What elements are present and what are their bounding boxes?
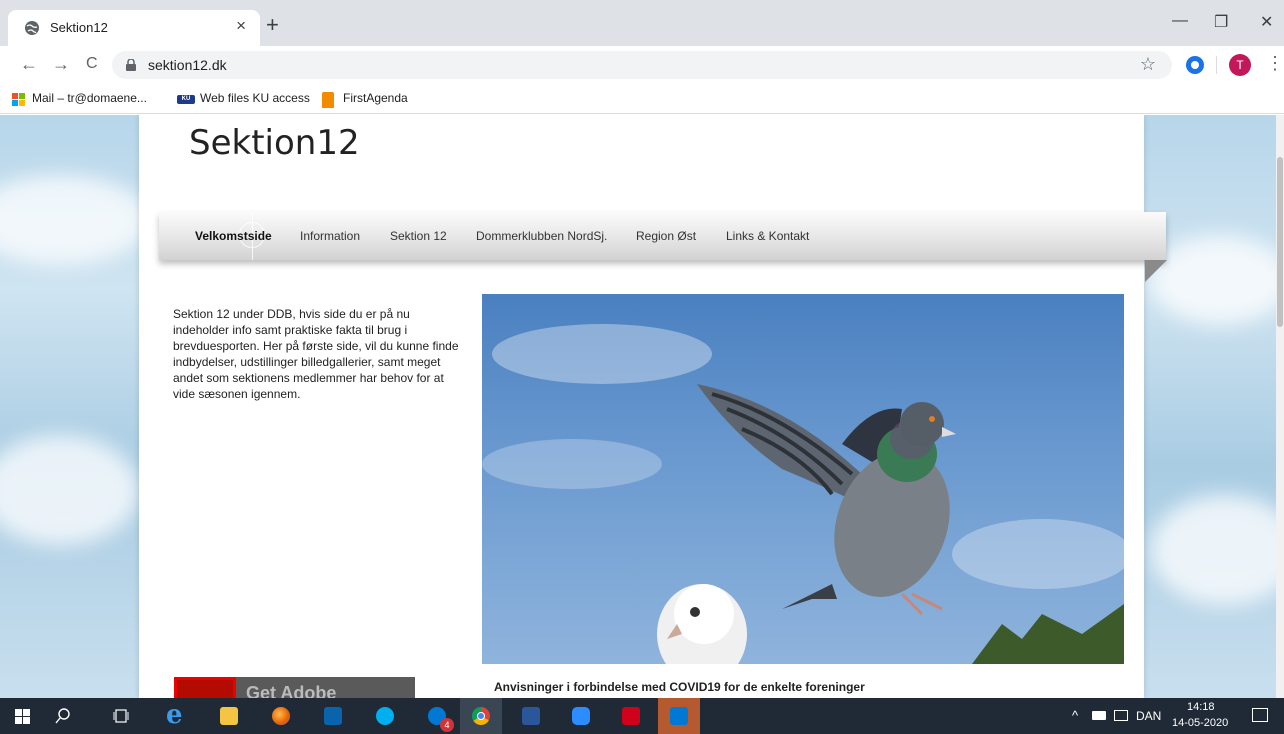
chrome-icon-center bbox=[477, 712, 485, 720]
bookmark-mail[interactable]: Mail – tr@domaene... bbox=[32, 91, 147, 105]
skype-business-app[interactable]: 4 bbox=[416, 698, 458, 734]
edge-taskbar-app[interactable]: e bbox=[156, 698, 198, 734]
tab-sektion12[interactable]: Sektion12 × bbox=[8, 10, 260, 46]
back-button[interactable]: ← bbox=[20, 54, 38, 74]
nav-dommerklubben[interactable]: Dommerklubben NordSj. bbox=[476, 229, 607, 243]
notifications-icon[interactable] bbox=[1252, 708, 1268, 722]
firefox-app[interactable] bbox=[260, 698, 302, 734]
microsoft-icon bbox=[12, 93, 26, 107]
main-nav: Velkomstside Information Sektion 12 Domm… bbox=[159, 212, 1166, 260]
site-title[interactable]: Sektion12 bbox=[189, 123, 360, 163]
pigeon-hero-image bbox=[482, 294, 1124, 664]
zoom-app[interactable] bbox=[560, 698, 602, 734]
mail-app[interactable] bbox=[658, 698, 700, 734]
ku-icon: KU bbox=[177, 95, 195, 104]
bookmarks-bar: Mail – tr@domaene... KU Web files KU acc… bbox=[0, 84, 1284, 114]
edge-icon: e bbox=[166, 700, 183, 730]
covid-heading[interactable]: Anvisninger i forbindelse med COVID19 fo… bbox=[494, 680, 865, 694]
cloud bbox=[0, 435, 140, 545]
adobe-banner-text: Get Adobe bbox=[246, 683, 337, 698]
word-icon bbox=[522, 707, 540, 725]
tab-strip: Sektion12 × + — ❐ ✕ bbox=[0, 0, 1284, 46]
nav-region-ost[interactable]: Region Øst bbox=[636, 229, 696, 243]
tab-close-icon[interactable]: × bbox=[236, 16, 246, 36]
web-viewport: Sektion12 Velkomstside Information Sekti… bbox=[0, 115, 1284, 698]
nav-sektion-12[interactable]: Sektion 12 bbox=[390, 229, 447, 243]
page-container: Sektion12 Velkomstside Information Sekti… bbox=[139, 115, 1167, 698]
firefox-icon bbox=[272, 707, 290, 725]
page-scrollbar[interactable] bbox=[1276, 115, 1284, 698]
show-hidden-icons-chevron[interactable]: ^ bbox=[1072, 708, 1078, 723]
nav-links-kontakt[interactable]: Links & Kontakt bbox=[726, 229, 809, 243]
browser-toolbar: ← → C sektion12.dk ☆ T ⋮ bbox=[0, 46, 1284, 84]
url-text: sektion12.dk bbox=[148, 57, 227, 73]
cloud bbox=[1150, 235, 1284, 325]
intro-text: Sektion 12 under DDB, hvis side du er på… bbox=[173, 307, 459, 401]
scrollbar-thumb[interactable] bbox=[1277, 157, 1283, 327]
windows-taskbar: e 4 ^ DAN 14:18 14-05-2020 bbox=[0, 698, 1284, 734]
cloud bbox=[0, 175, 150, 265]
nav-ribbon-fold bbox=[1145, 260, 1167, 282]
profile-avatar[interactable]: T bbox=[1229, 54, 1251, 76]
globe-icon bbox=[25, 21, 39, 35]
toolbar-divider bbox=[1216, 56, 1217, 74]
mail-icon bbox=[670, 707, 688, 725]
chrome-app[interactable] bbox=[460, 698, 502, 734]
firstagenda-icon bbox=[322, 92, 334, 108]
network-icon[interactable] bbox=[1114, 710, 1128, 721]
tab-title: Sektion12 bbox=[50, 20, 108, 35]
file-explorer-app[interactable] bbox=[208, 698, 250, 734]
nav-velkomstside[interactable]: Velkomstside bbox=[195, 229, 272, 243]
minimize-button[interactable]: — bbox=[1172, 12, 1188, 30]
task-view-icon bbox=[113, 709, 129, 723]
new-tab-button[interactable]: + bbox=[266, 14, 279, 36]
forward-button[interactable]: → bbox=[52, 54, 70, 74]
acrobat-icon bbox=[622, 707, 640, 725]
word-app[interactable] bbox=[510, 698, 552, 734]
lock-icon bbox=[126, 59, 136, 71]
reload-button[interactable]: C bbox=[86, 54, 98, 74]
adobe-logo-icon bbox=[174, 677, 236, 698]
bookmark-firstagenda[interactable]: FirstAgenda bbox=[343, 91, 408, 105]
address-bar[interactable]: sektion12.dk ☆ bbox=[112, 51, 1172, 79]
skype-app[interactable] bbox=[364, 698, 406, 734]
notification-badge: 4 bbox=[440, 718, 454, 732]
extension-icon[interactable] bbox=[1186, 56, 1204, 74]
skype-icon bbox=[376, 707, 394, 725]
search-taskbar-button[interactable] bbox=[42, 698, 84, 734]
acrobat-app[interactable] bbox=[610, 698, 652, 734]
task-view-button[interactable] bbox=[100, 698, 142, 734]
outlook-icon bbox=[324, 707, 342, 725]
get-adobe-banner[interactable]: Get Adobe bbox=[174, 677, 415, 698]
battery-icon[interactable] bbox=[1092, 711, 1106, 720]
bookmark-web-files[interactable]: Web files KU access bbox=[200, 91, 310, 105]
folder-icon bbox=[220, 707, 238, 725]
search-icon bbox=[55, 708, 70, 724]
windows-icon bbox=[15, 709, 30, 724]
start-button[interactable] bbox=[0, 698, 42, 734]
clock-date[interactable]: 14-05-2020 bbox=[1172, 717, 1228, 729]
clock-time[interactable]: 14:18 bbox=[1187, 701, 1215, 713]
close-window-button[interactable]: ✕ bbox=[1260, 12, 1273, 32]
cloud bbox=[1150, 495, 1284, 605]
input-language[interactable]: DAN bbox=[1136, 709, 1161, 723]
nav-information[interactable]: Information bbox=[300, 229, 360, 243]
bookmark-star-icon[interactable]: ☆ bbox=[1140, 54, 1156, 75]
outlook-app[interactable] bbox=[312, 698, 354, 734]
restore-button[interactable]: ❐ bbox=[1214, 12, 1228, 32]
browser-menu-icon[interactable]: ⋮ bbox=[1266, 53, 1284, 74]
zoom-icon bbox=[572, 707, 590, 725]
